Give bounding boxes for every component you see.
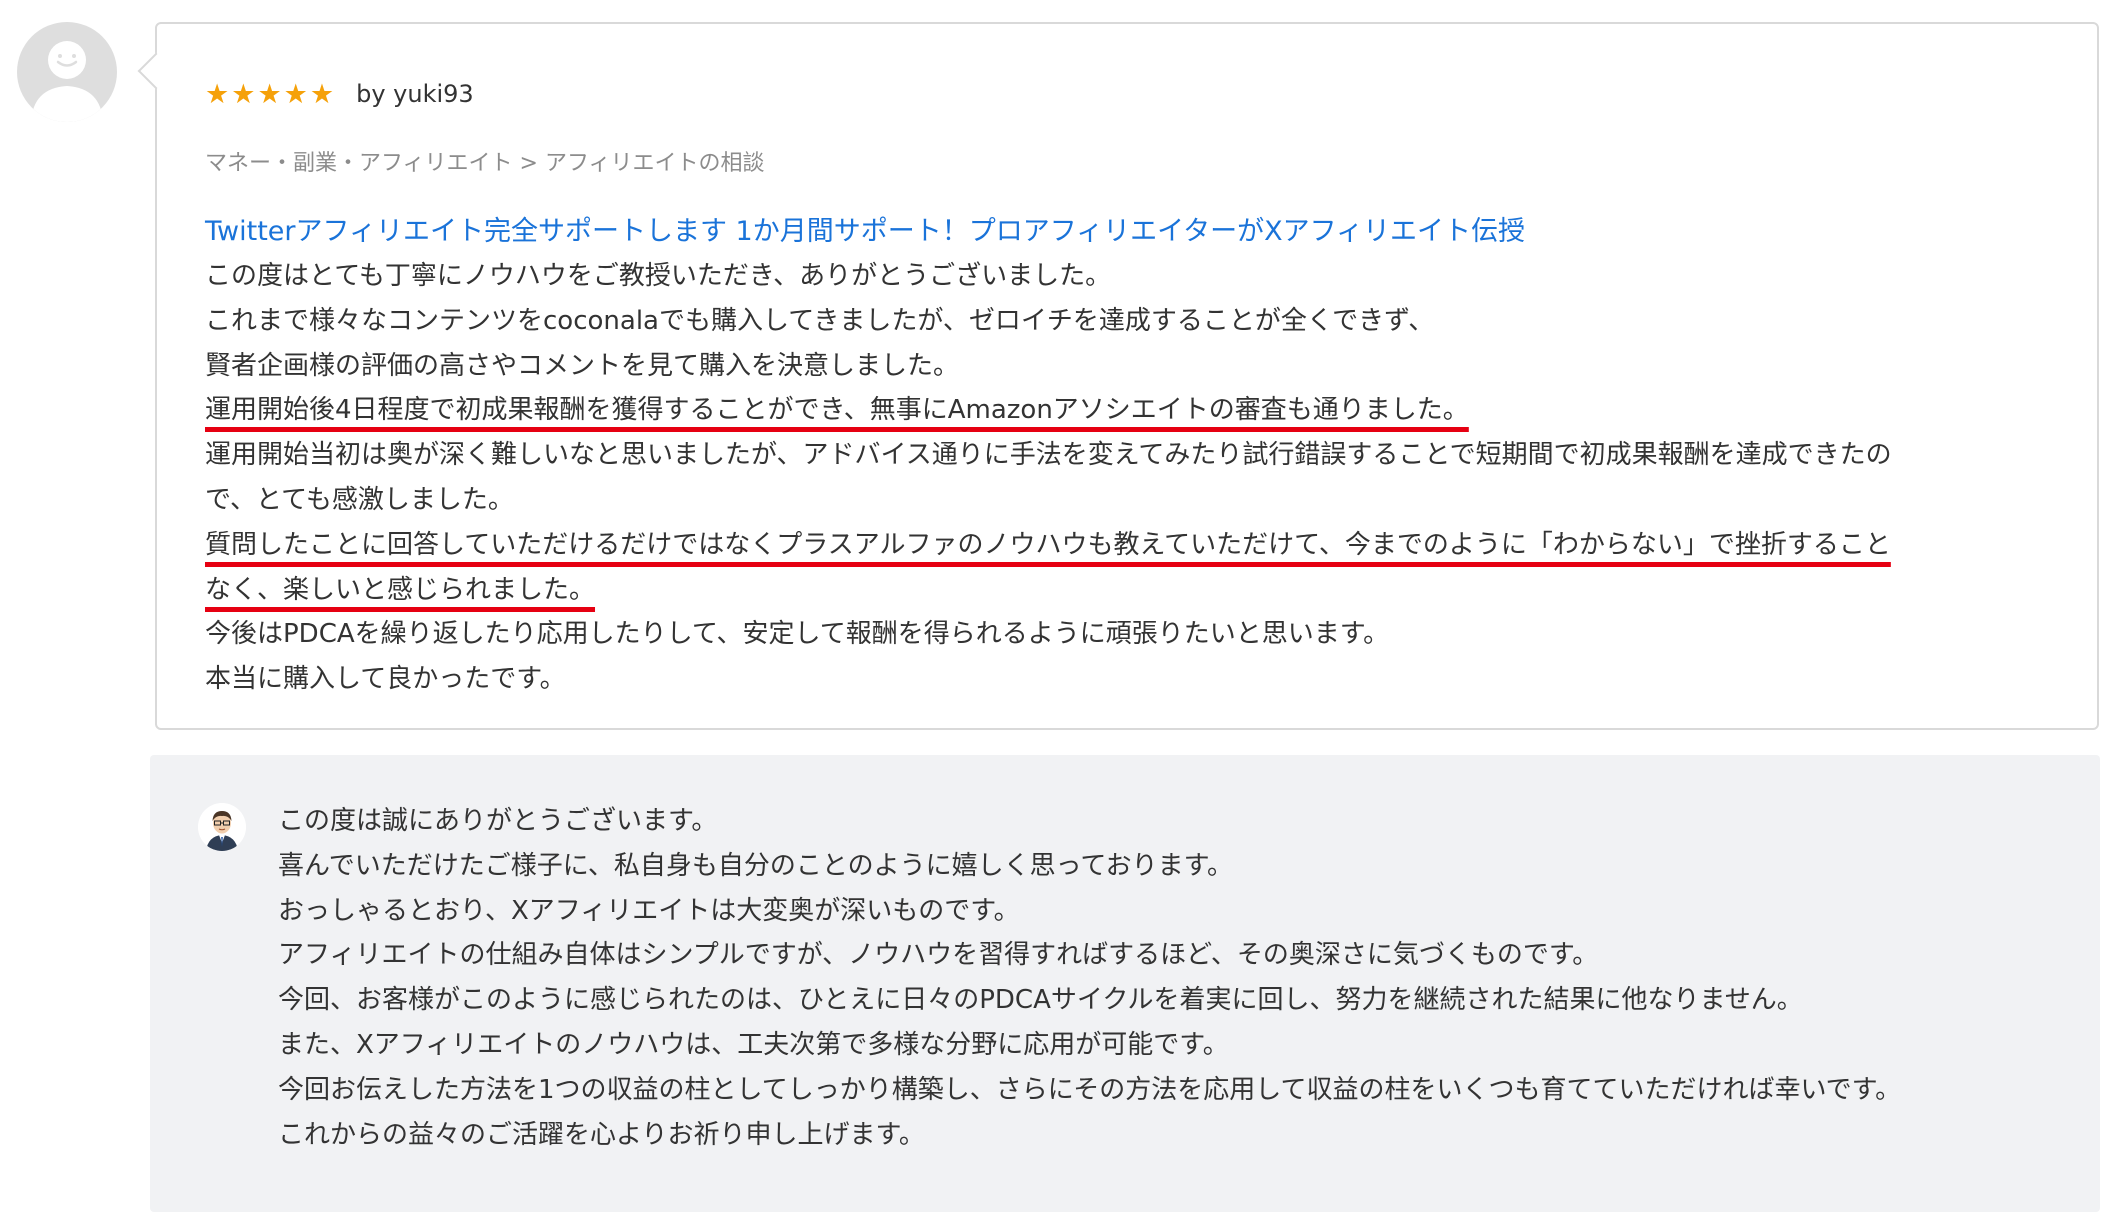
reply-line: この度は誠にありがとうございます。	[278, 806, 718, 836]
review-line: で、とても感激しました。	[205, 484, 514, 515]
highlighted-text: 質問したことに回答していただけるだけではなくプラスアルファのノウハウも教えていた…	[205, 529, 1891, 560]
reviewer-name: by yuki93	[356, 80, 474, 108]
rating-row: ★ ★ ★ ★ ★ by yuki93	[205, 72, 2057, 116]
review-content: ★ ★ ★ ★ ★ by yuki93 マネー・副業・アフィリエイト > アフィ…	[205, 72, 2057, 702]
star-rating: ★ ★ ★ ★ ★	[205, 81, 334, 108]
review-line: これまで様々なコンテンツをcoconalaでも購入してきましたが、ゼロイチを達成…	[205, 305, 1435, 336]
star-icon: ★	[257, 78, 282, 110]
review-line: 本当に購入して良かったです。	[205, 664, 566, 695]
star-icon: ★	[283, 78, 308, 110]
reply-line: アフィリエイトの仕組み自体はシンプルですが、ノウハウを習得すればするほど、その奥…	[278, 940, 1599, 971]
user-silhouette-icon	[31, 41, 103, 122]
reply-line: 喜んでいただけたご様子に、私自身も自分のことのように嬉しく思っております。	[278, 850, 1233, 881]
reply-line: おっしゃるとおり、Xアフィリエイトは大変奥が深いものです。	[278, 895, 1020, 926]
review-line: 賢者企画様の評価の高さやコメントを見て購入を決意しました。	[205, 350, 960, 381]
review-line: この度はとても丁寧にノウハウをご教授いただき、ありがとうございました。	[205, 261, 1112, 291]
seller-portrait-icon	[198, 803, 246, 851]
reply-line: 今回、お客様がこのように感じられたのは、ひとえに日々のPDCAサイクルを着実に回…	[278, 985, 1803, 1016]
reply-line: 今回お伝えした方法を1つの収益の柱としてしっかり構築し、さらにその方法を応用して…	[278, 1074, 1902, 1105]
review-line: 運用開始当初は奥が深く難しいなと思いましたが、アドバイス通りに手法を変えてみたり…	[205, 440, 1892, 471]
reply-body: この度は誠にありがとうございます。 喜んでいただけたご様子に、私自身も自分のこと…	[278, 799, 1901, 1157]
review-line-highlighted: 運用開始後4日程度で初成果報酬を獲得することができ、無事にAmazonアソシエイ…	[205, 388, 2057, 433]
review-line-highlighted: なく、楽しいと感じられました。	[205, 568, 2057, 613]
highlighted-text: なく、楽しいと感じられました。	[205, 574, 596, 605]
star-icon: ★	[231, 78, 256, 110]
reply-line: これからの益々のご活躍を心よりお祈り申し上げます。	[278, 1119, 925, 1150]
review-line-highlighted: 質問したことに回答していただけるだけではなくプラスアルファのノウハウも教えていた…	[205, 523, 2057, 568]
highlighted-text: 運用開始後4日程度で初成果報酬を獲得することができ、無事にAmazonアソシエイ…	[205, 395, 1469, 426]
service-title-link[interactable]: Twitterアフィリエイト完全サポートします 1か月間サポート！プロアフィリエ…	[205, 210, 2057, 254]
category-breadcrumb: マネー・副業・アフィリエイト > アフィリエイトの相談	[205, 151, 765, 176]
seller-avatar	[198, 803, 246, 851]
reviewer-avatar	[17, 22, 117, 122]
seller-reply: この度は誠にありがとうございます。 喜んでいただけたご様子に、私自身も自分のこと…	[150, 755, 2100, 1212]
review-card: ★ ★ ★ ★ ★ by yuki93 マネー・副業・アフィリエイト > アフィ…	[155, 22, 2099, 730]
reply-line: また、Xアフィリエイトのノウハウは、工夫次第で多様な分野に応用が可能です。	[278, 1029, 1229, 1060]
star-icon: ★	[205, 78, 230, 110]
star-icon: ★	[309, 78, 335, 110]
review-line: 今後はPDCAを繰り返したり応用したりして、安定して報酬を得られるように頑張りた…	[205, 619, 1390, 650]
review-body: この度はとても丁寧にノウハウをご教授いただき、ありがとうございました。 これまで…	[205, 254, 2057, 702]
